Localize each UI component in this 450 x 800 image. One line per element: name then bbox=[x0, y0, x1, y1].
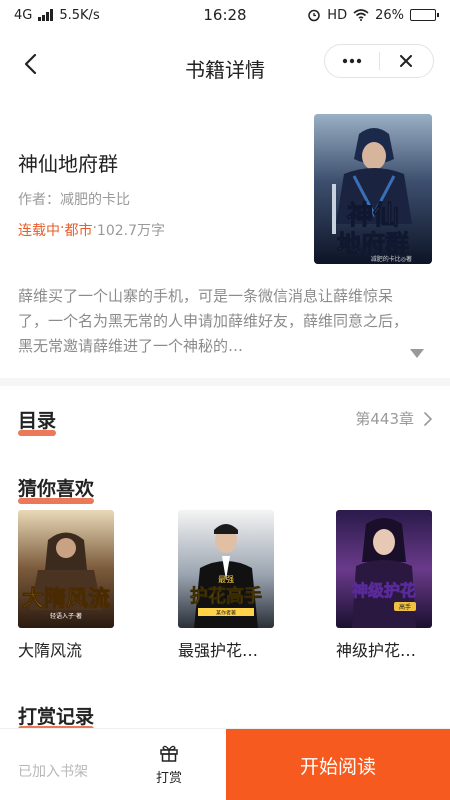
recommend-item[interactable]: 神级护花 高手 神级护花… bbox=[336, 510, 432, 661]
recommend-list: 大隋风流 轻语入子·著 大隋风流 最强 护花高手 某作者著 最强护花… 神级护花… bbox=[18, 510, 438, 660]
reward-records-title: 打赏记录 bbox=[18, 706, 95, 728]
recommend-name: 最强护花… bbox=[178, 641, 259, 660]
book-word-count: 102.7万字 bbox=[96, 223, 165, 239]
recommend-name: 神级护花… bbox=[336, 641, 417, 660]
book-status: 连载中 bbox=[18, 223, 60, 239]
status-time: 16:28 bbox=[203, 6, 247, 24]
shelf-status[interactable]: 已加入书架 bbox=[18, 761, 88, 781]
network-type: 4G bbox=[14, 7, 33, 23]
recommend-cover: 神级护花 高手 bbox=[336, 510, 432, 628]
book-synopsis[interactable]: 薛维买了一个山寨的手机，可是一条微信消息让薛维惊呆了，一个名为黑无常的人申请加薛… bbox=[18, 284, 418, 359]
header: 书籍详情 bbox=[0, 36, 450, 92]
more-button[interactable] bbox=[325, 45, 379, 77]
reward-label: 打赏 bbox=[155, 771, 182, 786]
recommend-cover-author: 轻语入子·著 bbox=[50, 612, 82, 620]
toc-title-wrap[interactable]: 目录 bbox=[18, 406, 57, 436]
book-author: 作者：减肥的卡比 bbox=[18, 192, 130, 208]
gift-icon bbox=[160, 745, 178, 762]
recommend-title: 猜你喜欢 bbox=[18, 478, 95, 500]
book-meta: 连载中 · 都市 · 102.7万字 bbox=[18, 220, 165, 240]
recommend-cover-author: 某作者著 bbox=[216, 610, 236, 617]
book-category: 都市 bbox=[64, 223, 93, 239]
book-title: 神仙地府群 bbox=[18, 152, 118, 176]
close-button[interactable] bbox=[380, 45, 434, 77]
expand-triangle-icon[interactable] bbox=[410, 349, 424, 358]
toc-latest-chapter[interactable]: 第443章 bbox=[355, 408, 432, 429]
recommend-cover-title: 神级护花 bbox=[352, 581, 416, 600]
toc-latest-label: 第443章 bbox=[355, 410, 414, 428]
start-reading-label: 开始阅读 bbox=[299, 755, 376, 778]
start-reading-button[interactable]: 开始阅读 bbox=[226, 729, 450, 800]
close-icon bbox=[400, 55, 413, 67]
bottom-bar: 已加入书架 打赏 开始阅读 bbox=[0, 728, 450, 800]
toc-title: 目录 bbox=[18, 410, 57, 432]
recommend-cover-badge: 最强 bbox=[218, 575, 234, 584]
book-info: 神仙地府群 作者：减肥的卡比 连载中 · 都市 · 102.7万字 神仙 地府群 bbox=[0, 96, 450, 376]
hd-badge: HD bbox=[327, 7, 348, 23]
recommend-cover-title: 大隋风流 bbox=[22, 586, 110, 612]
reward-records-title-wrap: 打赏记录 bbox=[18, 702, 95, 732]
alarm-icon bbox=[308, 9, 321, 22]
recommend-title-wrap: 猜你喜欢 bbox=[18, 474, 95, 504]
recommend-cover: 最强 护花高手 某作者著 bbox=[178, 510, 274, 628]
recommend-item[interactable]: 最强 护花高手 某作者著 最强护花… bbox=[178, 510, 274, 661]
recommend-cover: 大隋风流 轻语入子·著 bbox=[18, 510, 114, 628]
section-divider bbox=[0, 378, 450, 386]
recommend-item[interactable]: 大隋风流 轻语入子·著 大隋风流 bbox=[18, 510, 114, 661]
mini-program-capsule bbox=[324, 44, 434, 78]
book-cover: 神仙 地府群 减肥的卡比◎著 bbox=[314, 114, 432, 264]
recommend-cover-art: 神级护花 高手 bbox=[336, 510, 432, 628]
reward-button[interactable]: 打赏 bbox=[142, 743, 196, 786]
more-dots-icon bbox=[342, 58, 361, 64]
signal-icon bbox=[38, 9, 54, 21]
book-cover-art: 神仙 地府群 减肥的卡比◎著 bbox=[314, 114, 432, 264]
wifi-icon bbox=[353, 9, 369, 21]
recommend-cover-title: 护花高手 bbox=[190, 585, 262, 607]
status-right: HD 26% bbox=[266, 7, 439, 23]
cover-title-line1: 神仙 bbox=[347, 201, 399, 231]
battery-icon bbox=[410, 9, 439, 21]
cover-author: 减肥的卡比◎著 bbox=[371, 255, 412, 263]
recommend-cover-art: 大隋风流 轻语入子·著 bbox=[18, 510, 114, 628]
recommend-cover-author: 高手 bbox=[399, 603, 411, 611]
status-left: 4G 5.5K/s bbox=[14, 8, 184, 23]
battery-percent: 26% bbox=[375, 7, 404, 23]
chevron-right-icon bbox=[424, 411, 432, 426]
cover-title-line2: 地府群 bbox=[337, 230, 409, 258]
network-speed: 5.5K/s bbox=[59, 7, 100, 23]
recommend-name: 大隋风流 bbox=[18, 641, 83, 660]
status-bar: 4G 5.5K/s 16:28 HD 26% bbox=[0, 0, 450, 30]
recommend-cover-art: 最强 护花高手 某作者著 bbox=[178, 510, 274, 628]
